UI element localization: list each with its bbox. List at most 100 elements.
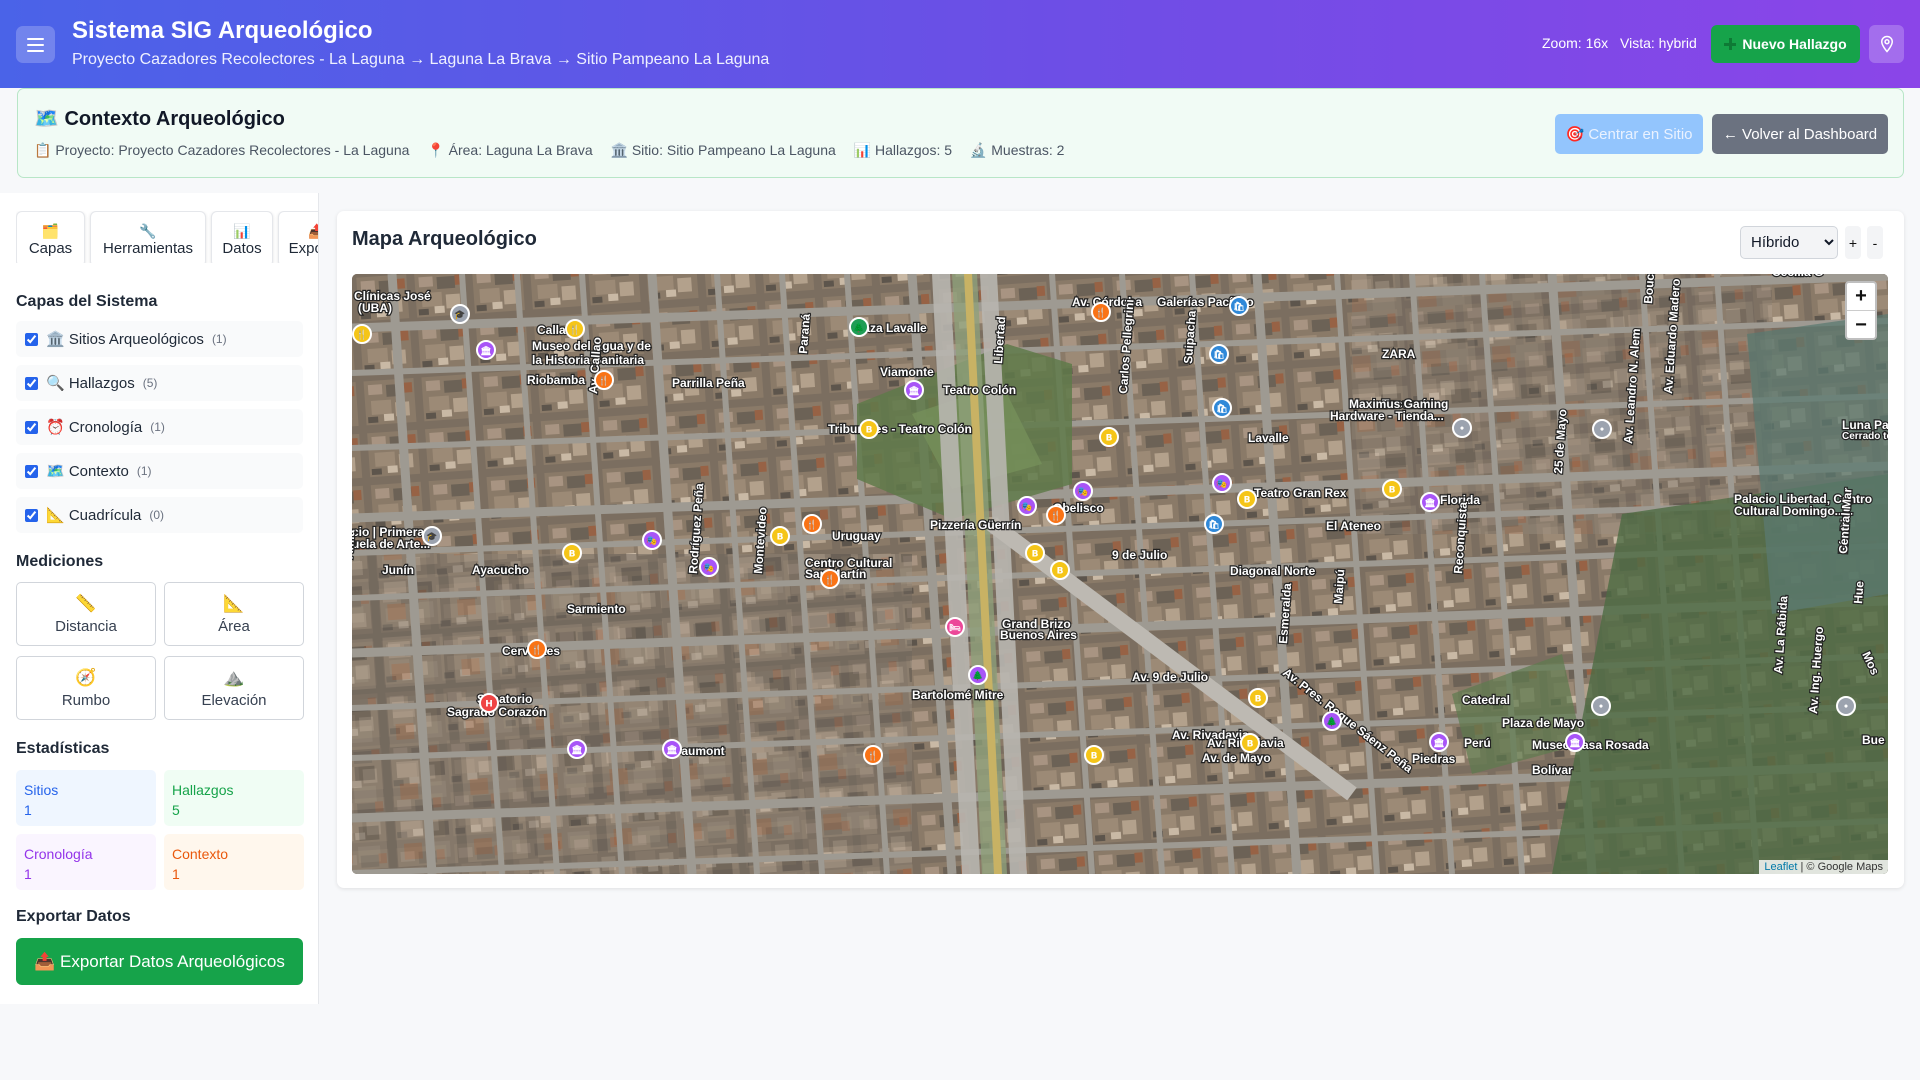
layer-checkbox[interactable] [25, 420, 38, 434]
area-button[interactable]: 📐 Área [164, 582, 304, 646]
location-button[interactable] [1869, 25, 1904, 63]
food-marker-icon[interactable]: 🍴 [352, 324, 372, 344]
attribution-text: | © Google Maps [1797, 861, 1883, 873]
stat-label: Contexto [172, 846, 229, 862]
leaflet-zoom-in[interactable]: + [1847, 283, 1875, 311]
svg-text:🎓: 🎓 [454, 310, 465, 321]
food-marker-icon[interactable]: 🍴 [565, 319, 585, 339]
museum-marker-icon[interactable]: 🏛 [1565, 732, 1585, 752]
edu-marker-icon[interactable]: 🎓 [450, 304, 470, 324]
satellite-map[interactable]: Clínicas José (UBA) Callao Plaza Lavalle Av.… [352, 274, 1888, 874]
shop-marker-icon[interactable]: 🛍 [1209, 344, 1229, 364]
bus-marker-icon[interactable]: B [1084, 745, 1104, 765]
svg-text:🌲: 🌲 [972, 670, 983, 682]
food-marker-icon[interactable]: 🍴 [1046, 505, 1066, 525]
map-view-select[interactable]: Híbrido Satélite Mapa [1740, 226, 1838, 259]
theatre-marker-icon[interactable]: 🎭 [1017, 496, 1037, 516]
svg-text:🛍: 🛍 [1216, 403, 1227, 415]
food-marker-icon[interactable]: 🍴 [820, 569, 840, 589]
svg-text:🛍: 🛍 [1208, 519, 1219, 531]
theatre-marker-icon[interactable]: 🎭 [699, 557, 719, 577]
svg-text:🍴: 🍴 [867, 750, 878, 762]
layer-grid[interactable]: 📐 Cuadrícula (0) [16, 497, 303, 533]
menu-button[interactable] [16, 26, 55, 63]
center-on-site-button[interactable]: 🎯 Centrar en Sitio [1555, 114, 1703, 154]
hosp-marker-icon[interactable]: H [479, 693, 499, 713]
layer-checkbox[interactable] [25, 332, 38, 346]
svg-text:🎓: 🎓 [426, 532, 437, 543]
bearing-button[interactable]: 🧭 Rumbo [16, 656, 156, 720]
museum-marker-icon[interactable]: 🏛 [567, 739, 587, 759]
tab-layers[interactable]: 🗂️ Capas [16, 211, 85, 263]
food-marker-icon[interactable]: 🍴 [594, 370, 614, 390]
map-label: Buenos Aires [1000, 628, 1077, 642]
tree-marker-icon[interactable]: 🌲 [1322, 711, 1342, 731]
export-data-button[interactable]: 📤 Exportar Datos Arqueológicos [16, 938, 303, 985]
pin-marker-icon[interactable]: • [1452, 418, 1472, 438]
tab-data[interactable]: 📊 Datos [211, 211, 273, 263]
layer-sites[interactable]: 🏛️ Sitios Arqueológicos (1) [16, 321, 303, 357]
tree-marker-icon[interactable]: 🌲 [968, 665, 988, 685]
tree-marker-icon[interactable]: 🌲 [849, 317, 869, 337]
museum-marker-icon[interactable]: 🏛 [904, 380, 924, 400]
zoom-out-button[interactable]: - [1867, 226, 1883, 259]
bus-marker-icon[interactable]: B [859, 419, 879, 439]
bus-marker-icon[interactable]: B [1099, 427, 1119, 447]
tab-tools[interactable]: 🔧 Herramientas [90, 211, 206, 263]
svg-text:🍴: 🍴 [569, 324, 580, 336]
layer-findings[interactable]: 🔍 Hallazgos (5) [16, 365, 303, 401]
layer-label: 🔍 Hallazgos [46, 375, 135, 392]
map-canvas[interactable]: Clínicas José(UBA)Callao Plaza LavalleAv.… [352, 274, 1888, 874]
pin-marker-icon[interactable]: • [1591, 696, 1611, 716]
hotel-marker-icon[interactable]: 🛏 [945, 617, 965, 637]
theatre-marker-icon[interactable]: 🎭 [1212, 473, 1232, 493]
zoom-in-button[interactable]: + [1845, 226, 1861, 259]
layer-checkbox[interactable] [25, 464, 38, 478]
layer-context[interactable]: 🗺️ Contexto (1) [16, 453, 303, 489]
bus-marker-icon[interactable]: B [1240, 733, 1260, 753]
stats-title: Estadísticas [16, 740, 110, 757]
museum-marker-icon[interactable]: 🏛 [1420, 492, 1440, 512]
bus-marker-icon[interactable]: B [1237, 489, 1257, 509]
bus-marker-icon[interactable]: B [1050, 560, 1070, 580]
svg-text:B: B [1389, 486, 1396, 496]
bus-marker-icon[interactable]: B [770, 526, 790, 546]
food-marker-icon[interactable]: 🍴 [863, 745, 883, 765]
elevation-button[interactable]: ⛰️ Elevación [164, 656, 304, 720]
shop-marker-icon[interactable]: 🛍 [1212, 398, 1232, 418]
svg-text:B: B [1091, 752, 1098, 762]
pin-marker-icon[interactable]: • [1836, 696, 1856, 716]
museum-marker-icon[interactable]: 🏛 [476, 340, 496, 360]
bus-marker-icon[interactable]: B [1025, 543, 1045, 563]
map-label: Museo Casa Rosada [1532, 738, 1649, 752]
shop-marker-icon[interactable]: 🛍 [1229, 296, 1249, 316]
svg-text:🏛: 🏛 [1569, 737, 1580, 749]
bus-marker-icon[interactable]: B [1382, 479, 1402, 499]
shop-marker-icon[interactable]: 🛍 [1204, 514, 1224, 534]
food-marker-icon[interactable]: 🍴 [1091, 302, 1111, 322]
back-to-dashboard-button[interactable]: ← Volver al Dashboard [1712, 114, 1888, 154]
theatre-marker-icon[interactable]: 🎭 [1073, 481, 1093, 501]
svg-text:B: B [777, 533, 784, 543]
layer-checkbox[interactable] [25, 376, 38, 390]
sidebar-tabs: 🗂️ Capas 🔧 Herramientas 📊 Datos 📤 Export… [16, 211, 318, 263]
map-label: ZARA [1382, 347, 1416, 361]
svg-text:🛏: 🛏 [949, 624, 960, 634]
pin-marker-icon[interactable]: • [1592, 419, 1612, 439]
bus-marker-icon[interactable]: B [562, 543, 582, 563]
museum-marker-icon[interactable]: 🏛 [1429, 732, 1449, 752]
layer-chronology[interactable]: ⏰ Cronología (1) [16, 409, 303, 445]
leaflet-link[interactable]: Leaflet [1764, 861, 1797, 873]
leaflet-zoom-out[interactable]: − [1847, 311, 1875, 339]
wrench-icon: 🔧 [139, 222, 157, 239]
distance-button[interactable]: 📏 Distancia [16, 582, 156, 646]
museum-marker-icon[interactable]: 🏛 [662, 739, 682, 759]
edu-marker-icon[interactable]: 🎓 [422, 526, 442, 546]
food-marker-icon[interactable]: 🍴 [527, 639, 547, 659]
tab-export[interactable]: 📤 Exportar [278, 211, 318, 263]
food-marker-icon[interactable]: 🍴 [802, 514, 822, 534]
theatre-marker-icon[interactable]: 🎭 [642, 530, 662, 550]
new-finding-button[interactable]: Nuevo Hallazgo [1711, 25, 1860, 63]
bus-marker-icon[interactable]: B [1248, 688, 1268, 708]
layer-checkbox[interactable] [25, 508, 38, 522]
